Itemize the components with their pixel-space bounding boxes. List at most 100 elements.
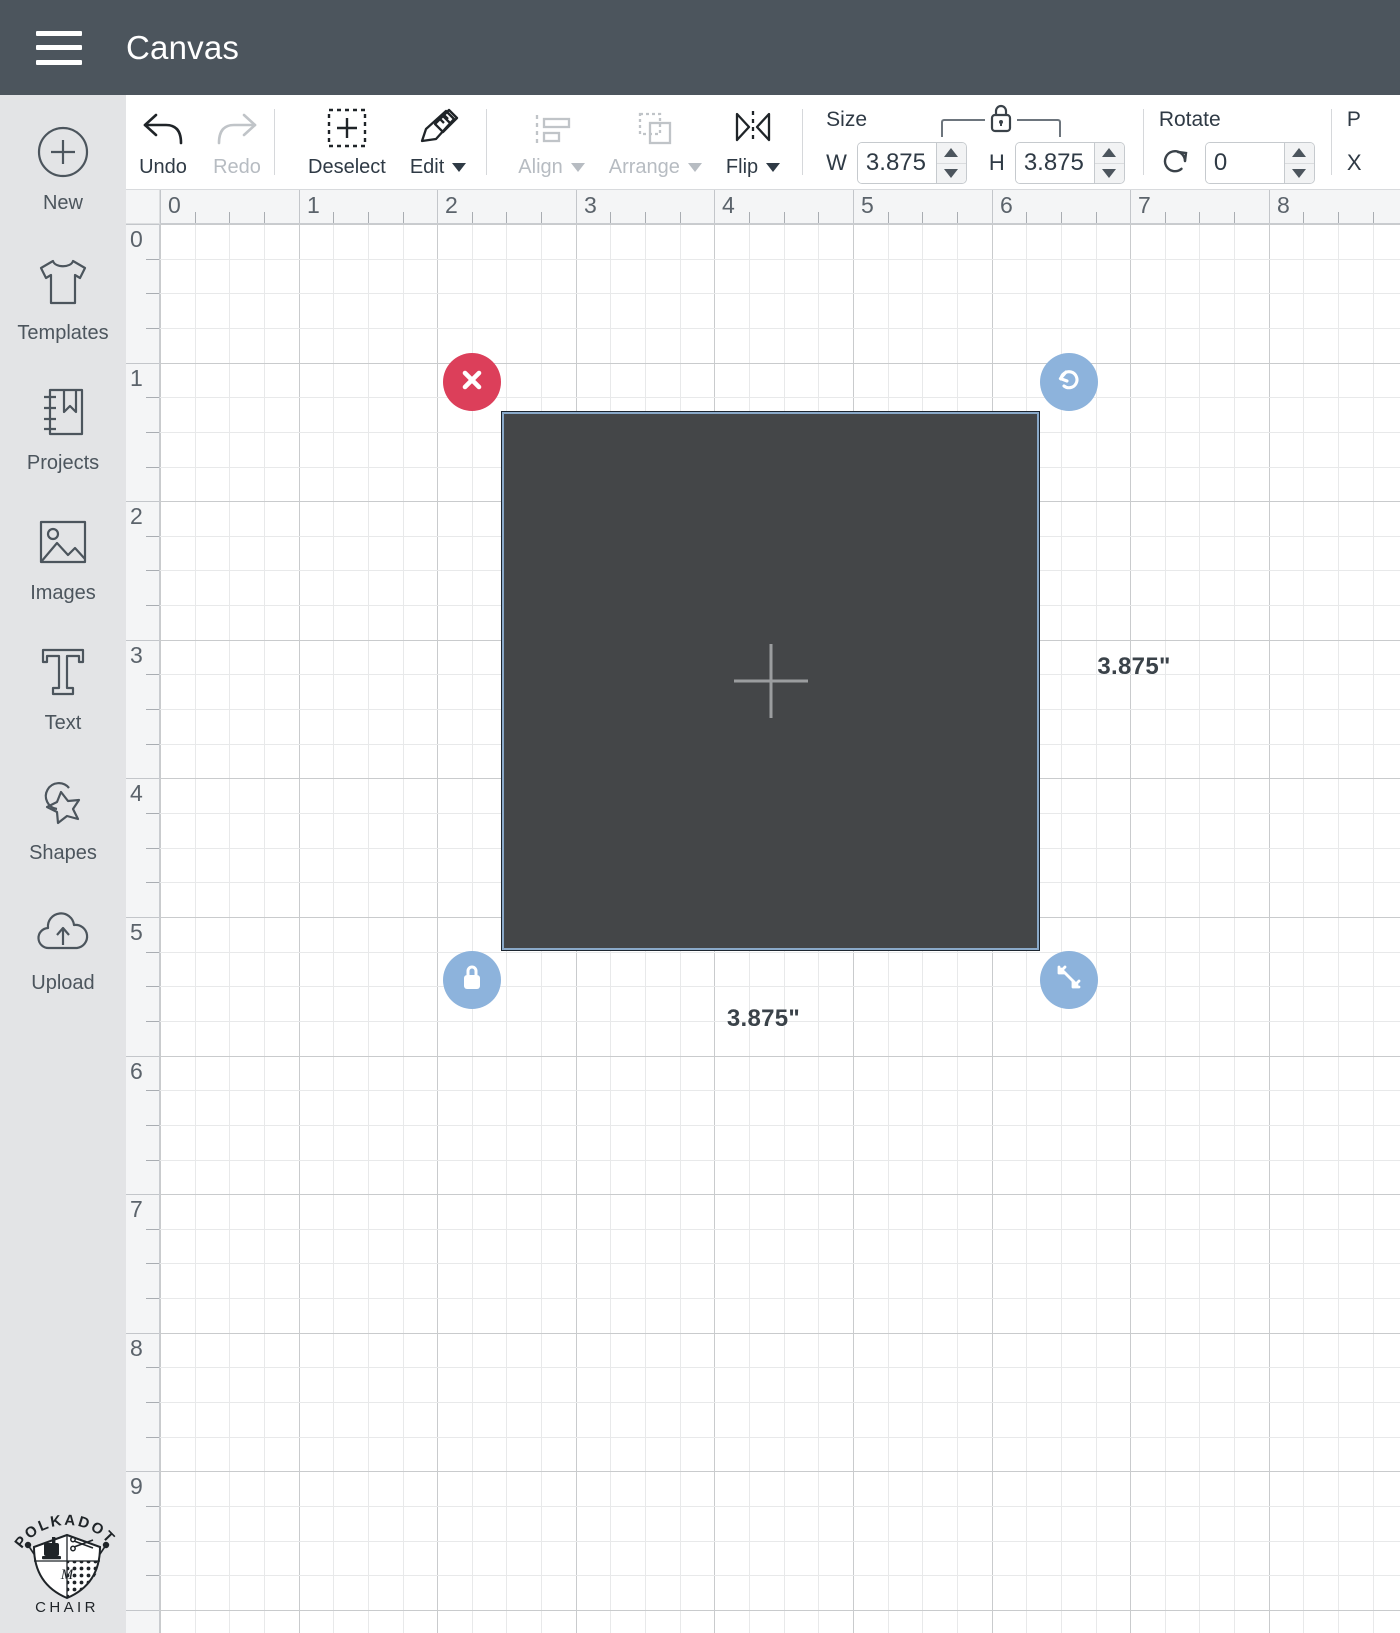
height-step-down[interactable] xyxy=(1094,162,1124,184)
width-step-down[interactable] xyxy=(936,162,966,184)
sidebar-label-templates: Templates xyxy=(17,322,109,344)
sidebar-item-templates[interactable]: Templates xyxy=(0,251,126,345)
plus-circle-icon xyxy=(32,121,94,183)
design-space-app: Canvas New Templates Projects Images Tex… xyxy=(0,0,1400,1633)
width-field[interactable] xyxy=(856,142,967,184)
flip-button[interactable]: Flip xyxy=(714,95,792,189)
deselect-label: Deselect xyxy=(308,156,386,178)
width-input[interactable] xyxy=(857,143,936,183)
cloud-upload-icon xyxy=(32,901,94,963)
rotate-input[interactable] xyxy=(1205,143,1284,183)
align-button[interactable]: Align xyxy=(506,95,596,189)
chevron-down-icon xyxy=(452,163,467,172)
text-t-icon xyxy=(32,641,94,703)
aspect-lock-toggle[interactable] xyxy=(941,102,1062,139)
star-shapes-icon xyxy=(32,771,94,833)
arrange-button[interactable]: Arrange xyxy=(597,95,714,189)
toolbar-group-select: Deselect Edit xyxy=(274,95,486,189)
rotate-field[interactable] xyxy=(1204,142,1315,184)
resize-handle[interactable] xyxy=(1040,950,1099,1009)
sidebar-item-projects[interactable]: Projects xyxy=(0,381,126,475)
x-close-icon xyxy=(458,366,486,399)
rotate-step-up[interactable] xyxy=(1285,143,1314,163)
edit-toolbar: Undo Redo Deselect Edit Align Arrange Fl… xyxy=(126,95,1400,190)
height-label: H xyxy=(988,150,1005,175)
align-label-text: Align xyxy=(518,156,563,178)
vertical-ruler[interactable]: 0123456789 xyxy=(126,224,160,1633)
edit-button[interactable]: Edit xyxy=(398,95,478,189)
redo-button[interactable]: Redo xyxy=(200,95,274,189)
tshirt-icon xyxy=(32,251,94,313)
ruler-corner xyxy=(126,190,160,224)
sidebar-item-text[interactable]: Text xyxy=(0,641,126,735)
bracket-right xyxy=(1017,119,1062,137)
sidebar-item-shapes[interactable]: Shapes xyxy=(0,771,126,865)
redo-arrow-icon xyxy=(214,105,260,149)
position-x-label: X xyxy=(1346,150,1362,175)
arrange-label: Arrange xyxy=(609,156,702,179)
toolbar-group-size: Size W 3.875 H 3.875 xyxy=(802,95,1143,189)
rotate-step-down[interactable] xyxy=(1284,162,1314,184)
hamburger-menu-icon[interactable] xyxy=(36,30,82,65)
sidebar-label-text: Text xyxy=(44,712,82,734)
image-icon xyxy=(32,511,94,573)
polkadot-chair-logo: POLKADOT M CHAIR xyxy=(8,1495,126,1615)
width-label: W xyxy=(826,150,847,175)
arrange-label-text: Arrange xyxy=(608,156,680,178)
width-dimension-label: 3.875" xyxy=(726,1004,801,1032)
sidebar-item-new[interactable]: New xyxy=(0,121,126,215)
flip-label: Flip xyxy=(725,156,781,179)
dashed-square-plus-icon xyxy=(326,105,368,149)
redo-label: Redo xyxy=(213,156,261,178)
rotate-stepper[interactable] xyxy=(1283,143,1314,184)
sidebar-label-new: New xyxy=(42,192,83,214)
page-title: Canvas xyxy=(126,28,240,66)
sidebar-label-shapes: Shapes xyxy=(29,842,97,864)
bracket-left xyxy=(941,119,986,137)
stacked-squares-icon xyxy=(633,105,677,149)
selected-shape-square[interactable] xyxy=(501,411,1041,951)
bookmark-book-icon xyxy=(32,381,94,443)
sidebar-item-upload[interactable]: Upload xyxy=(0,901,126,995)
horizontal-ruler[interactable]: 012345678 xyxy=(160,190,1400,224)
logo-bottom-text: CHAIR xyxy=(35,1599,99,1615)
toolbar-group-position: P X xyxy=(1330,95,1388,189)
position-group-label: P xyxy=(1346,108,1361,131)
rotate-group-label: Rotate xyxy=(1158,108,1221,131)
height-input[interactable] xyxy=(1015,143,1094,183)
height-field[interactable] xyxy=(1014,142,1125,184)
lock-closed-icon xyxy=(987,102,1015,139)
rotate-clockwise-icon xyxy=(1159,145,1193,182)
flip-horizontal-icon xyxy=(731,105,775,149)
toolbar-group-rotate: Rotate xyxy=(1142,95,1331,189)
undo-label: Undo xyxy=(139,156,187,178)
lock-closed-icon xyxy=(458,961,486,998)
sidebar-label-projects: Projects xyxy=(26,452,100,474)
undo-button[interactable]: Undo xyxy=(126,95,200,189)
edit-label-text: Edit xyxy=(409,156,445,178)
chevron-down-icon xyxy=(687,163,702,172)
chevron-down-icon xyxy=(570,163,585,172)
rotate-ccw-icon xyxy=(1053,364,1085,401)
toolbar-group-history: Undo Redo xyxy=(126,95,274,189)
design-canvas[interactable]: 3.875" 3.875" xyxy=(160,224,1400,1633)
top-header-bar: Canvas xyxy=(0,0,1400,95)
width-stepper[interactable] xyxy=(935,143,966,184)
diagonal-resize-icon xyxy=(1054,962,1084,997)
flip-label-text: Flip xyxy=(725,156,759,178)
lock-handle[interactable] xyxy=(443,950,502,1009)
pencil-ruler-icon xyxy=(416,105,460,149)
edit-label: Edit xyxy=(409,156,467,179)
toolbar-group-arrange: Align Arrange Flip xyxy=(486,95,802,189)
sidebar-item-images[interactable]: Images xyxy=(0,511,126,605)
align-label: Align xyxy=(518,156,585,179)
sidebar-label-upload: Upload xyxy=(31,972,95,994)
chevron-down-icon xyxy=(766,163,781,172)
width-step-up[interactable] xyxy=(937,143,966,163)
crosshair-icon xyxy=(733,644,808,719)
size-group-label: Size xyxy=(826,108,868,131)
height-stepper[interactable] xyxy=(1093,143,1124,184)
height-step-up[interactable] xyxy=(1095,143,1124,163)
align-lines-icon xyxy=(530,105,574,149)
deselect-button[interactable]: Deselect xyxy=(296,95,398,189)
